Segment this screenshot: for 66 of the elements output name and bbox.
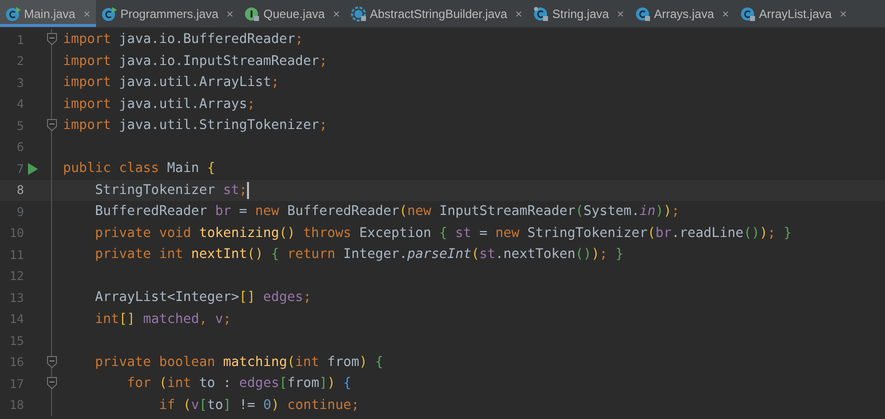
line-number: 18 [8,398,24,412]
tab-label: Queue.java [263,6,325,20]
file-tab[interactable]: Programmers.java × [96,0,240,27]
close-icon[interactable]: × [226,6,234,20]
line-number: 2 [16,54,24,68]
line-number: 12 [8,269,24,284]
tab-label: Programmers.java [120,6,218,20]
file-tab[interactable]: Main.java × [0,0,96,27]
tab-label: String.java [552,6,609,20]
code-line: import java.util.ArrayList; [62,75,280,90]
tab-label: Arrays.java [654,6,714,20]
line-number: 14 [8,312,24,326]
class-icon [740,6,756,22]
code-line: private int nextInt() { return Integer.parseInt(st.nextToken()); } [94,247,624,262]
code-line: if (v[to] != 0) continue; [158,398,360,413]
line-number: 10 [8,226,24,240]
fold-icon[interactable] [47,119,57,131]
line-number: 15 [8,334,24,348]
file-tab[interactable]: AbstractStringBuilder.java × [346,0,528,27]
code-line: StringTokenizer st; [94,182,249,199]
class-icon [5,6,21,22]
close-icon[interactable]: × [83,6,90,20]
code-line: import java.util.StringTokenizer; [62,118,328,134]
close-icon[interactable]: × [722,6,730,20]
code-line: public class Main { [62,161,216,176]
code-line: private void tokenizing() throws Exception { st = new StringTokenizer(br.readLine()); } [94,226,792,241]
tab-label: ArrayList.java [759,6,832,20]
code-line: for (int to : edges[from]) { [126,376,352,392]
class-icon [101,6,118,22]
line-number: 4 [16,97,24,112]
interface-icon [244,6,260,22]
close-icon[interactable]: × [840,6,847,20]
file-tab[interactable]: Queue.java × [239,0,346,27]
file-tab[interactable]: ArrayList.java × [735,0,853,27]
line-number: 8 [16,183,24,198]
line-number: 11 [8,248,24,262]
fold-icon[interactable] [47,33,57,45]
code-line: private boolean matching(int from) { [94,354,384,370]
code-line: import java.util.Arrays; [62,96,256,112]
code-line: int[] matched, v; [94,312,232,327]
line-number: 5 [16,118,24,133]
tab-label: AbstractStringBuilder.java [370,6,508,20]
file-tab[interactable]: String.java × [528,0,630,27]
line-number: 3 [16,76,24,90]
class-icon [533,6,550,22]
abstract-class-icon [350,6,367,22]
code-line: import java.io.BufferedReader; [62,32,304,48]
close-icon[interactable]: × [332,6,340,20]
code-line: import java.io.InputStreamReader; [62,54,328,69]
fold-icon[interactable] [47,377,57,389]
close-icon[interactable]: × [616,6,624,20]
line-number: 1 [16,32,24,47]
line-number: 6 [16,140,24,154]
line-number: 13 [8,290,24,305]
tab-label: Main.java [24,6,76,20]
fold-icon[interactable] [47,356,57,368]
code-line: ArrayList<Integer>[] edges; [94,290,312,306]
code-line: BufferedReader br = new BufferedReader(new InputStreamReader(System.in)); [94,204,680,220]
run-icon[interactable] [28,163,38,175]
close-icon[interactable]: × [515,6,522,20]
file-tab[interactable]: Arrays.java × [630,0,736,27]
line-number: 7 [16,162,24,176]
line-number: 17 [8,376,24,391]
line-number: 16 [8,355,24,370]
line-number: 9 [16,204,24,219]
class-icon [634,6,651,22]
